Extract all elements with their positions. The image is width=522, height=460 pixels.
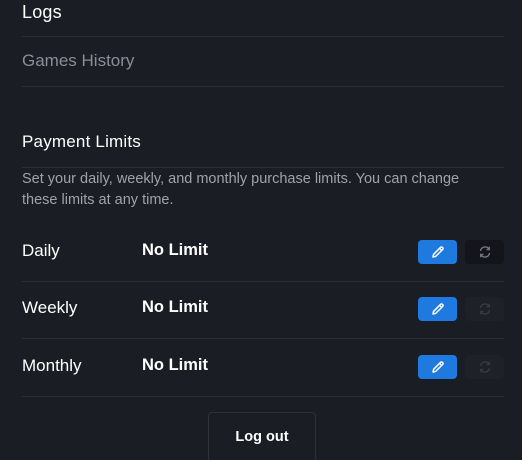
limit-row-weekly: Weekly No Limit [22, 294, 504, 324]
divider [22, 396, 504, 397]
refresh-icon [479, 303, 490, 315]
pencil-icon [431, 246, 444, 258]
reset-daily-limit-button[interactable] [465, 240, 504, 264]
logout-button[interactable]: Log out [208, 412, 316, 460]
reset-monthly-limit-button[interactable] [465, 355, 504, 379]
refresh-icon [479, 246, 490, 258]
divider [22, 338, 504, 339]
divider [22, 167, 504, 168]
limit-value: No Limit [142, 298, 208, 316]
logs-heading: Logs [22, 2, 62, 22]
limit-label: Daily [22, 241, 60, 260]
refresh-icon [479, 361, 490, 373]
edit-weekly-limit-button[interactable] [418, 297, 457, 321]
limit-value: No Limit [142, 356, 208, 374]
limit-row-monthly: Monthly No Limit [22, 352, 504, 382]
divider [22, 36, 504, 37]
account-settings-panel: Logs Games History Payment Limits Set yo… [0, 0, 522, 460]
divider [22, 281, 504, 282]
edit-monthly-limit-button[interactable] [418, 355, 457, 379]
payment-limits-title: Payment Limits [22, 132, 142, 151]
limit-label: Weekly [22, 298, 78, 317]
pencil-icon [431, 361, 444, 373]
limit-row-daily: Daily No Limit [22, 237, 504, 267]
games-history-link[interactable]: Games History [22, 51, 134, 71]
reset-weekly-limit-button[interactable] [465, 297, 504, 321]
divider [22, 86, 504, 87]
payment-limits-description: Set your daily, weekly, and monthly purc… [22, 171, 460, 208]
edit-daily-limit-button[interactable] [418, 240, 457, 264]
limit-value: No Limit [142, 241, 208, 259]
limit-label: Monthly [22, 356, 82, 375]
pencil-icon [431, 303, 444, 315]
